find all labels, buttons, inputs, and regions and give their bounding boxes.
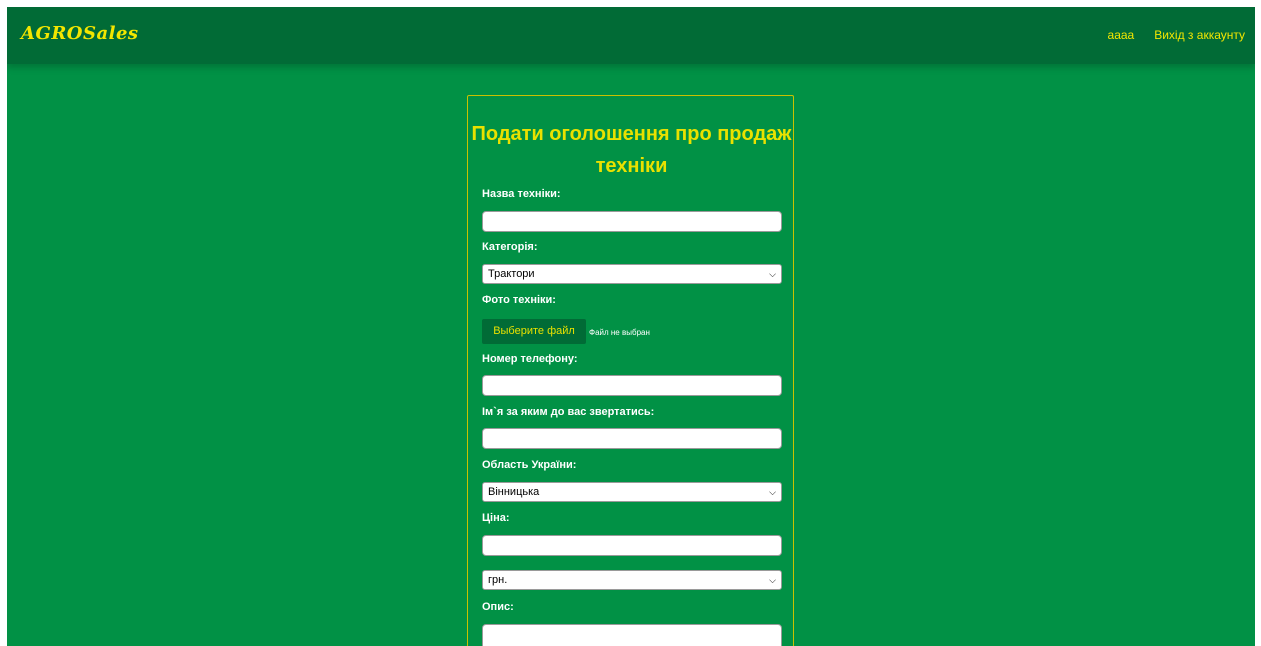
logout-link[interactable]: Вихід з аккаунту	[1154, 28, 1245, 42]
phone-input[interactable]	[482, 375, 782, 396]
region-select[interactable]: Вінницька ⌵	[482, 482, 782, 502]
category-selected-value: Трактори	[488, 268, 535, 280]
currency-select[interactable]: грн. ⌵	[482, 570, 782, 590]
chevron-down-icon: ⌵	[769, 575, 776, 585]
top-navbar: AGROSales aaaa Вихід з аккаунту	[7, 7, 1255, 64]
chevron-down-icon: ⌵	[769, 487, 776, 497]
choose-file-button[interactable]: Выберите файл	[482, 319, 586, 344]
contact-name-input[interactable]	[482, 428, 782, 449]
file-status: Файл не выбран	[589, 328, 650, 337]
region-selected-value: Вінницька	[488, 486, 540, 498]
phone-label: Номер телефону:	[482, 353, 578, 365]
description-label: Опис:	[482, 601, 514, 613]
form-title: Подати оголошення про продаж техніки	[471, 123, 792, 177]
name-input[interactable]	[482, 211, 782, 232]
price-input[interactable]	[482, 535, 782, 556]
contact-name-label: Ім`я за яким до вас звертатись:	[482, 406, 655, 418]
description-textarea[interactable]	[482, 624, 782, 646]
currency-selected-value: грн.	[488, 574, 508, 586]
name-label: Назва техніки:	[482, 188, 561, 200]
category-select[interactable]: Трактори ⌵	[482, 264, 782, 284]
price-label: Ціна:	[482, 512, 510, 524]
site-logo[interactable]: AGROSales	[21, 23, 139, 44]
photo-label: Фото техніки:	[482, 294, 556, 306]
username-link[interactable]: aaaa	[1108, 28, 1135, 42]
category-label: Категорія:	[482, 241, 538, 253]
chevron-down-icon: ⌵	[769, 269, 776, 279]
nav-links: aaaa Вихід з аккаунту	[1108, 28, 1245, 42]
ad-form-card: Подати оголошення про продаж техніки Наз…	[467, 95, 794, 646]
region-label: Область України:	[482, 459, 577, 471]
page: AGROSales aaaa Вихід з аккаунту Подати о…	[7, 7, 1255, 646]
